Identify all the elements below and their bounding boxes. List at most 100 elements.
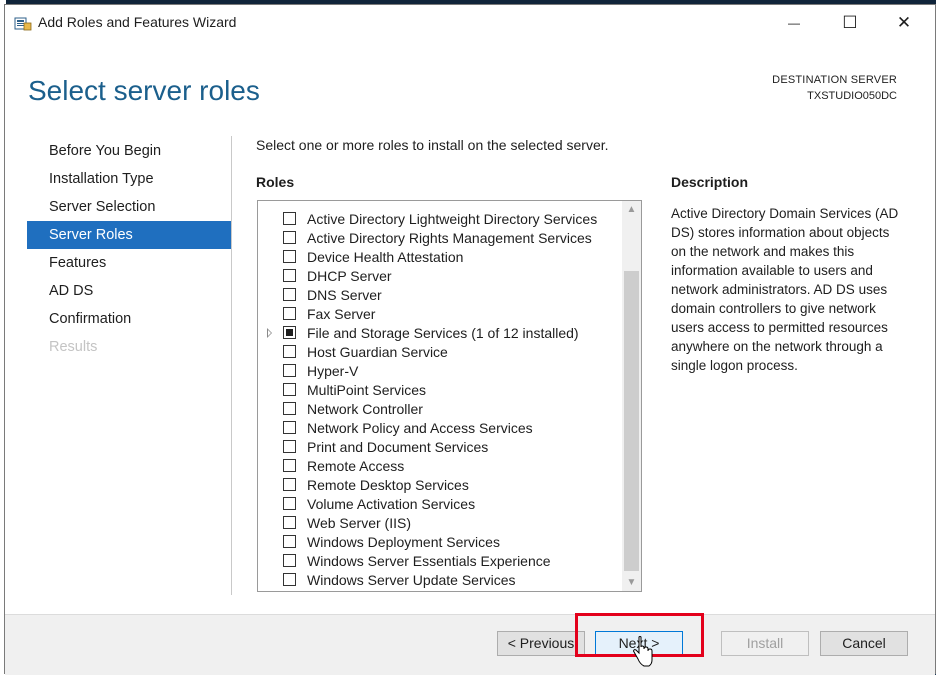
role-checkbox[interactable] [283, 288, 296, 301]
role-label: Windows Server Update Services [307, 572, 516, 588]
previous-button[interactable]: < Previous [497, 631, 585, 656]
role-checkbox[interactable] [283, 402, 296, 415]
role-label: DNS Server [307, 287, 382, 303]
nav-step-features[interactable]: Features [27, 249, 231, 277]
nav-step-installation-type[interactable]: Installation Type [27, 165, 231, 193]
title-bar: Add Roles and Features Wizard — ☐ ✕ [5, 5, 935, 41]
role-row[interactable]: Print and Document Services [258, 438, 618, 457]
role-row[interactable]: Host Guardian Service [258, 343, 618, 362]
role-checkbox[interactable] [283, 554, 296, 567]
role-row[interactable]: Windows Server Update Services [258, 571, 618, 590]
nav-step-ad-ds[interactable]: AD DS [27, 277, 231, 305]
role-checkbox[interactable] [283, 535, 296, 548]
mouse-pointer-hand-icon [632, 636, 653, 667]
role-row[interactable]: Fax Server [258, 305, 618, 324]
role-checkbox[interactable] [283, 326, 296, 339]
role-label: MultiPoint Services [307, 382, 427, 398]
role-checkbox[interactable] [283, 440, 296, 453]
minimize-button[interactable]: — [771, 5, 817, 41]
role-label: Host Guardian Service [307, 344, 448, 360]
role-label: Remote Desktop Services [307, 477, 469, 493]
close-icon: ✕ [896, 13, 912, 32]
role-checkbox[interactable] [283, 383, 296, 396]
role-checkbox[interactable] [283, 478, 296, 491]
scroll-up-arrow-icon[interactable]: ▲ [622, 201, 641, 218]
role-row[interactable]: Active Directory Rights Management Servi… [258, 229, 618, 248]
role-checkbox[interactable] [283, 212, 296, 225]
role-row[interactable]: Windows Deployment Services [258, 533, 618, 552]
role-row[interactable]: DNS Server [258, 286, 618, 305]
wizard-window: Add Roles and Features Wizard — ☐ ✕ Sele… [4, 4, 936, 675]
role-checkbox[interactable] [283, 345, 296, 358]
server-roles-app-icon [14, 17, 32, 31]
role-checkbox[interactable] [283, 573, 296, 586]
background-right-edge [936, 0, 942, 675]
role-label: Device Health Attestation [307, 249, 464, 265]
role-row[interactable]: Active Directory Lightweight Directory S… [258, 210, 618, 229]
role-row[interactable]: Network Policy and Access Services [258, 419, 618, 438]
destination-server-name: TXSTUDIO050DC [807, 90, 897, 102]
role-row[interactable]: Network Controller [258, 400, 618, 419]
close-button[interactable]: ✕ [881, 5, 927, 41]
role-row[interactable]: Windows Server Essentials Experience [258, 552, 618, 571]
wizard-header: Select server roles DESTINATION SERVER T… [5, 41, 935, 129]
roles-list[interactable]: Active Directory Lightweight Directory S… [257, 200, 642, 592]
role-row[interactable]: MultiPoint Services [258, 381, 618, 400]
role-label: File and Storage Services (1 of 12 insta… [307, 325, 579, 341]
role-checkbox[interactable] [283, 250, 296, 263]
nav-step-server-roles[interactable]: Server Roles [27, 221, 231, 249]
role-label: Network Controller [307, 401, 423, 417]
wizard-steps-nav: Before You Begin Installation Type Serve… [27, 137, 231, 361]
role-row[interactable]: Volume Activation Services [258, 495, 618, 514]
maximize-button[interactable]: ☐ [827, 5, 873, 41]
expand-arrow-icon[interactable] [267, 328, 272, 338]
install-button: Install [721, 631, 809, 656]
wizard-footer: < Previous Next > Install Cancel [5, 614, 935, 675]
role-label: Windows Deployment Services [307, 534, 500, 550]
role-row[interactable]: Remote Access [258, 457, 618, 476]
role-label: DHCP Server [307, 268, 392, 284]
cancel-button[interactable]: Cancel [820, 631, 908, 656]
nav-step-results: Results [49, 339, 98, 355]
page-title: Select server roles [28, 75, 260, 106]
destination-server-label: DESTINATION SERVER [772, 74, 897, 86]
nav-step-server-selection[interactable]: Server Selection [27, 193, 231, 221]
minimize-icon: — [788, 16, 800, 30]
role-label: Active Directory Rights Management Servi… [307, 230, 592, 246]
nav-divider [231, 136, 232, 595]
role-checkbox[interactable] [283, 231, 296, 244]
role-label: Windows Server Essentials Experience [307, 553, 551, 569]
role-checkbox[interactable] [283, 421, 296, 434]
role-label: Web Server (IIS) [307, 515, 411, 531]
description-heading: Description [671, 174, 749, 190]
nav-step-before-you-begin[interactable]: Before You Begin [27, 137, 231, 165]
role-checkbox[interactable] [283, 364, 296, 377]
role-checkbox[interactable] [283, 307, 296, 320]
scroll-thumb[interactable] [624, 271, 639, 571]
role-checkbox[interactable] [283, 516, 296, 529]
scroll-down-arrow-icon[interactable]: ▼ [622, 574, 641, 591]
roles-list-scrollbar[interactable]: ▲ ▼ [622, 201, 641, 591]
role-checkbox[interactable] [283, 459, 296, 472]
role-description: Active Directory Domain Services (AD DS)… [671, 206, 899, 373]
instruction-text: Select one or more roles to install on t… [256, 137, 609, 153]
role-checkbox[interactable] [283, 269, 296, 282]
role-row[interactable]: Hyper-V [258, 362, 618, 381]
role-row[interactable]: File and Storage Services (1 of 12 insta… [258, 324, 618, 343]
nav-step-confirmation[interactable]: Confirmation [27, 305, 231, 333]
role-label: Network Policy and Access Services [307, 420, 533, 436]
role-label: Hyper-V [307, 363, 359, 379]
maximize-icon: ☐ [842, 13, 858, 32]
role-label: Fax Server [307, 306, 376, 322]
role-row[interactable]: Web Server (IIS) [258, 514, 618, 533]
role-label: Remote Access [307, 458, 405, 474]
role-row[interactable]: DHCP Server [258, 267, 618, 286]
role-row[interactable]: Device Health Attestation [258, 248, 618, 267]
role-label: Print and Document Services [307, 439, 489, 455]
role-checkbox[interactable] [283, 497, 296, 510]
roles-heading: Roles [256, 174, 295, 190]
role-label: Active Directory Lightweight Directory S… [307, 211, 598, 227]
window-title: Add Roles and Features Wizard [38, 14, 237, 30]
role-label: Volume Activation Services [307, 496, 476, 512]
role-row[interactable]: Remote Desktop Services [258, 476, 618, 495]
